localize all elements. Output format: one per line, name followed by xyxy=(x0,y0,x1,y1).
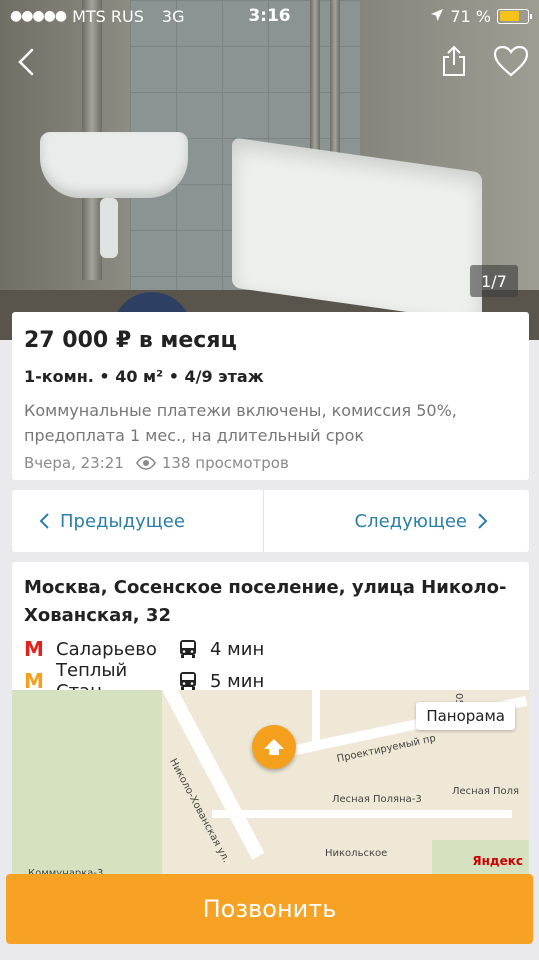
back-button[interactable] xyxy=(10,44,42,80)
previous-button[interactable]: Предыдущее xyxy=(12,490,264,552)
metro-travel-time: 5 мин xyxy=(210,670,265,692)
listing-info-card: 27 000 ₽ в месяц 1-комн. • 40 м² • 4/9 э… xyxy=(12,312,529,480)
listing-date: Вчера, 23:21 xyxy=(24,454,124,472)
chevron-left-icon xyxy=(18,48,34,76)
map[interactable]: Николо-Хованская ул. Проектируемый пр Ле… xyxy=(12,690,529,882)
listing-meta: Вчера, 23:21 138 просмотров xyxy=(24,454,517,472)
map-pin-icon[interactable] xyxy=(252,725,296,769)
carrier-name: MTS RUS xyxy=(72,6,144,26)
chevron-right-icon xyxy=(478,513,488,529)
views-count: 138 просмотров xyxy=(135,454,289,472)
yandex-logo: Яндекс xyxy=(472,854,523,868)
panorama-button[interactable]: Панорама xyxy=(416,702,515,730)
price: 27 000 ₽ в месяц xyxy=(24,328,237,353)
location-card: Москва, Сосенское поселение, улица Никол… xyxy=(12,562,529,882)
map-label: Лесная Поляна-3 xyxy=(332,794,422,805)
chevron-left-icon xyxy=(39,513,49,529)
battery-percent: 71 % xyxy=(450,6,491,26)
status-bar: ●●●●● MTS RUS 3G 3:16 71 % xyxy=(0,0,539,32)
map-road xyxy=(212,810,512,818)
previous-label: Предыдущее xyxy=(60,510,185,532)
map-park xyxy=(12,690,162,882)
location-arrow-icon xyxy=(430,7,444,26)
listing-description: Коммунальные платежи включены, комиссия … xyxy=(24,401,457,445)
house-icon xyxy=(264,739,284,755)
map-label: Никольское xyxy=(325,848,388,859)
eye-icon xyxy=(135,456,156,470)
photo-sink-pipe xyxy=(100,198,118,258)
metro-icon: М xyxy=(24,637,44,661)
map-road xyxy=(312,690,320,750)
address: Москва, Сосенское поселение, улица Никол… xyxy=(24,577,507,626)
views-text: 138 просмотров xyxy=(161,454,289,472)
share-button[interactable] xyxy=(436,42,472,80)
metro-station: Саларьево xyxy=(56,638,157,660)
battery-icon xyxy=(497,8,532,24)
photo-counter: 1/7 xyxy=(470,265,518,297)
bus-icon xyxy=(178,639,198,659)
bus-icon xyxy=(178,671,198,691)
heart-icon xyxy=(493,45,529,77)
photo-sink xyxy=(40,132,188,198)
favorite-button[interactable] xyxy=(491,42,531,80)
metro-travel-time: 4 мин xyxy=(210,638,265,660)
share-icon xyxy=(443,45,465,76)
next-label: Следующее xyxy=(354,510,468,532)
metro-row: М Саларьево 4 мин xyxy=(24,636,517,662)
network-type: 3G xyxy=(161,6,185,26)
signal-icon: ●●●●● xyxy=(10,8,67,24)
listing-params: 1-комн. • 40 м² • 4/9 этаж xyxy=(24,367,264,386)
call-button[interactable]: Позвонить xyxy=(6,874,533,944)
map-label: Лесная Поля xyxy=(452,786,520,797)
next-button[interactable]: Следующее xyxy=(264,490,529,552)
listing-navigation: Предыдущее Следующее xyxy=(12,490,529,552)
